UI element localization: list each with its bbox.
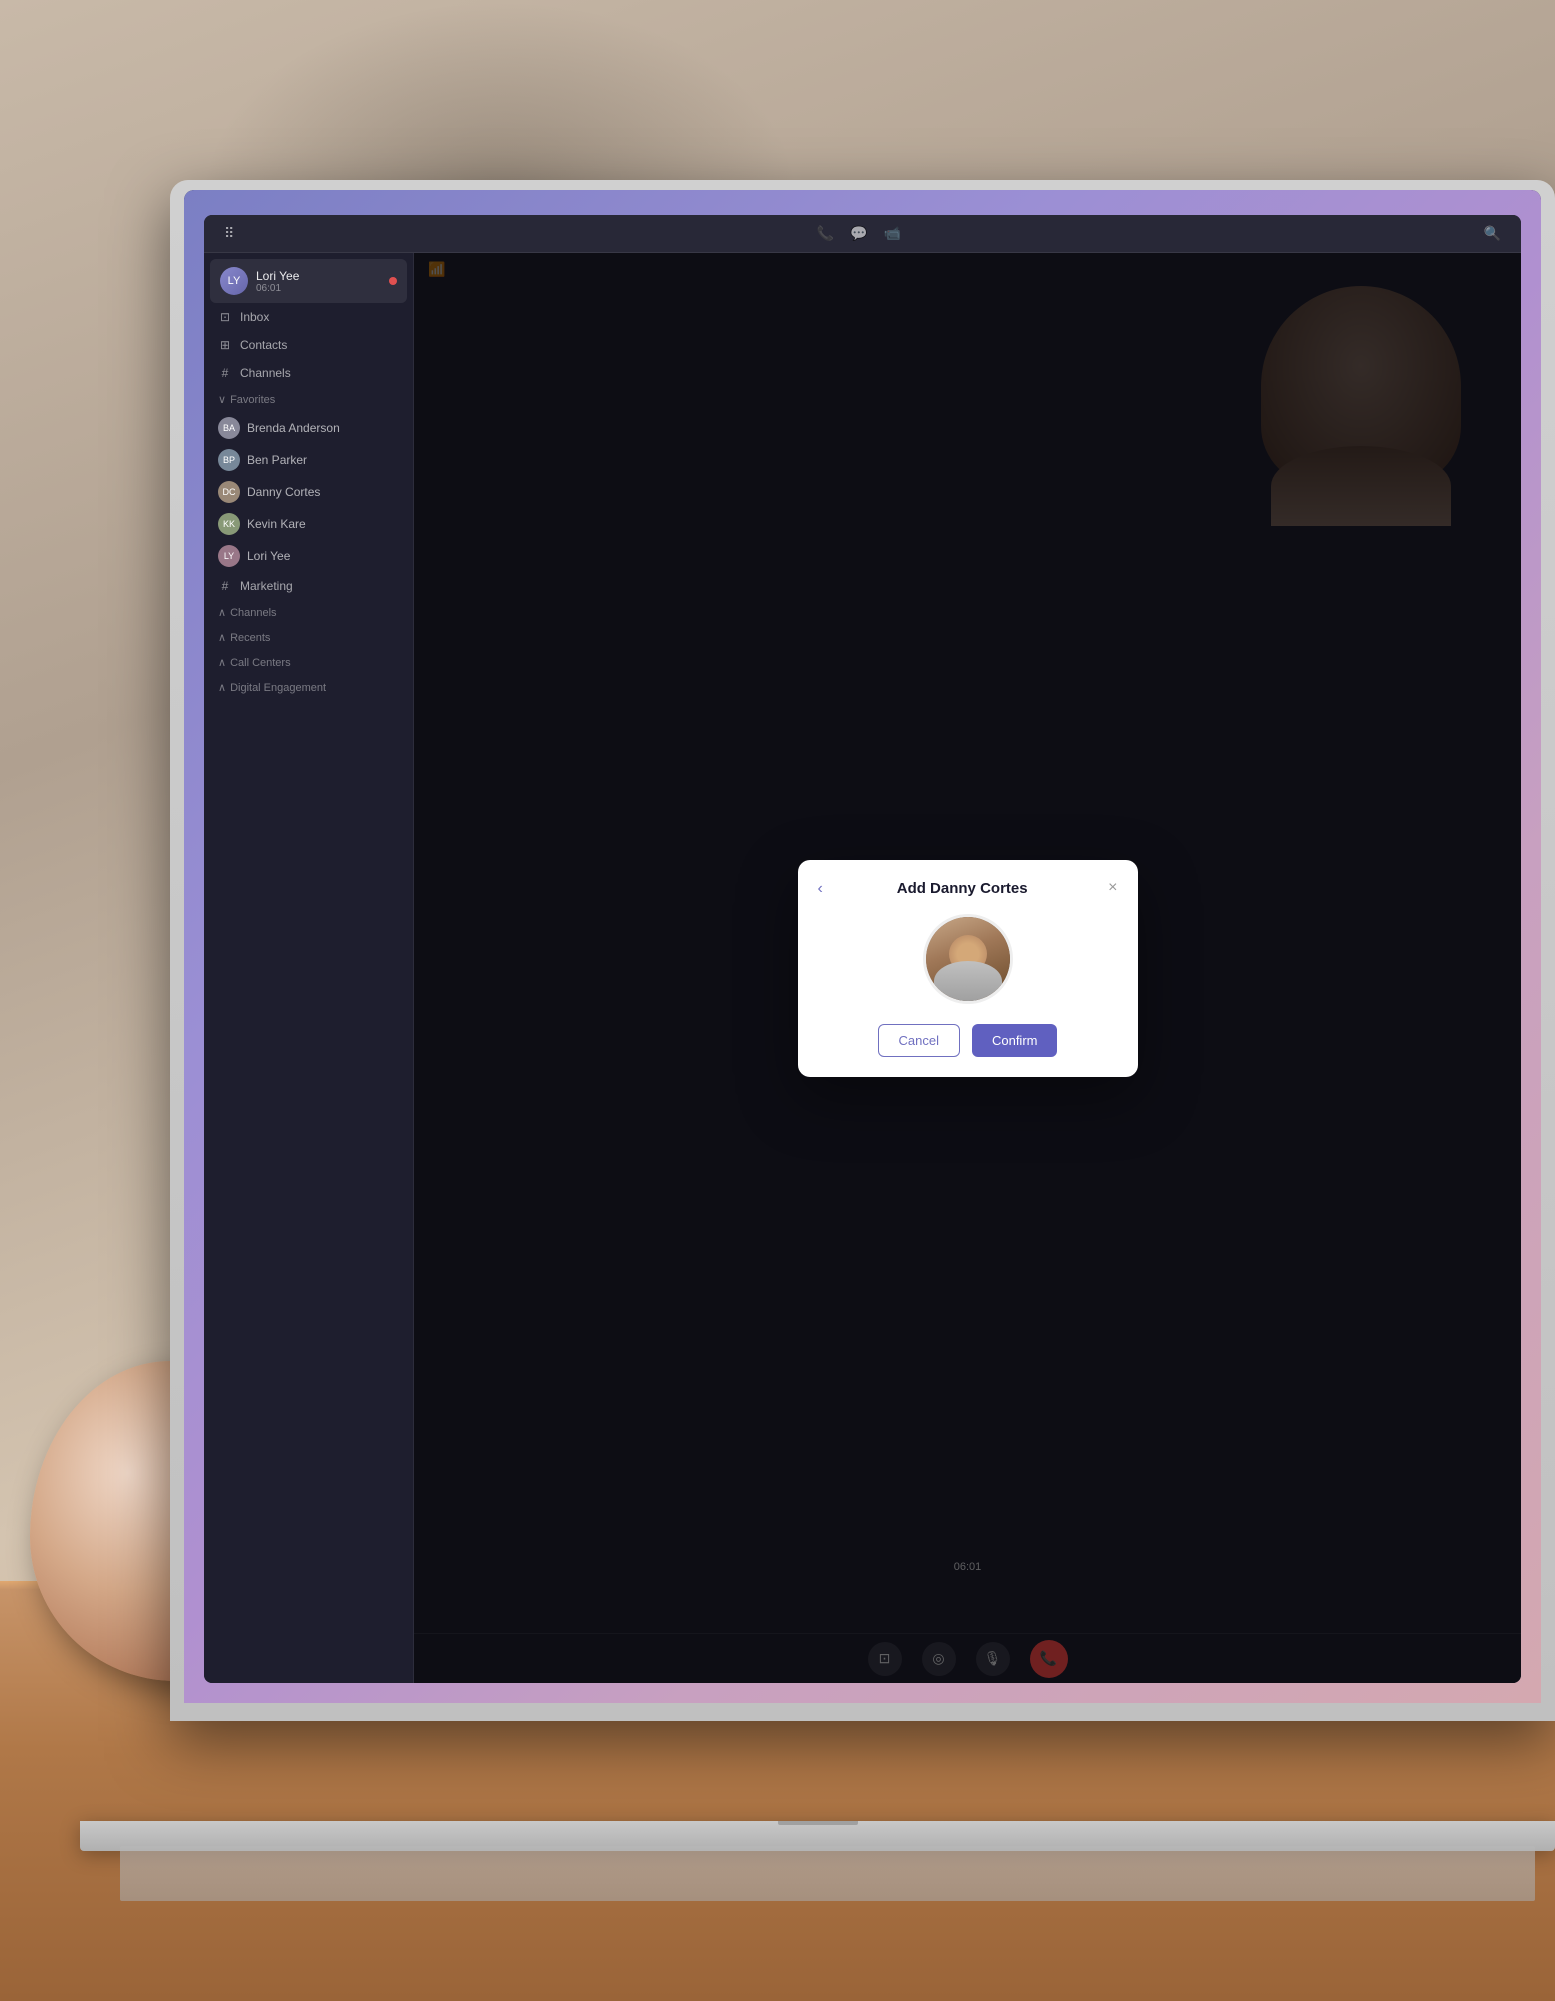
logo-icon[interactable]: ⠿ — [224, 225, 234, 242]
favorite-item-ben[interactable]: BP Ben Parker — [204, 444, 413, 476]
laptop-keyboard — [120, 1846, 1535, 1901]
favorite-item-kevin[interactable]: KK Kevin Kare — [204, 508, 413, 540]
sidebar-item-contacts[interactable]: ⊞ Contacts — [204, 331, 413, 359]
active-contact-avatar: LY — [220, 267, 248, 295]
danny-avatar: DC — [218, 481, 240, 503]
search-nav-icon[interactable]: 🔍 — [1484, 225, 1501, 242]
modal-actions: Cancel Confirm — [818, 1024, 1118, 1057]
sidebar-item-inbox[interactable]: ⊡ Inbox — [204, 303, 413, 331]
brenda-avatar: BA — [218, 417, 240, 439]
sidebar-item-marketing[interactable]: # Marketing — [204, 572, 413, 600]
screen-bezel: ⠿ 📞 💬 📹 🔍 LY — [184, 190, 1541, 1703]
active-call-indicator — [389, 277, 397, 285]
inbox-icon: ⊡ — [218, 310, 232, 324]
chevron-up-icon: ∧ — [218, 606, 226, 619]
confirm-button[interactable]: Confirm — [972, 1024, 1058, 1057]
digital-engagement-section-header[interactable]: ∧ Digital Engagement — [204, 675, 413, 700]
channels-section-header[interactable]: ∧ Channels — [204, 600, 413, 625]
recents-chevron-icon: ∧ — [218, 631, 226, 644]
sidebar-item-channels[interactable]: # Channels — [204, 359, 413, 387]
modal-back-button[interactable]: ‹ — [818, 880, 823, 898]
call-centers-chevron-icon: ∧ — [218, 656, 226, 669]
active-contact-name: Lori Yee — [256, 269, 389, 283]
call-area: 📶 06:01 ⊡ ◎ 🎙 📞 — [414, 253, 1521, 1683]
modal-header: ‹ Add Danny Cortes × — [818, 880, 1118, 898]
kevin-avatar: KK — [218, 513, 240, 535]
nav-icons-center: 📞 💬 📹 — [817, 225, 901, 242]
active-contact-info: Lori Yee 06:01 — [256, 269, 389, 294]
marketing-hash-icon: # — [218, 579, 232, 593]
lori-avatar: LY — [218, 545, 240, 567]
modal-contact-avatar — [923, 914, 1013, 1004]
add-contact-modal: ‹ Add Danny Cortes × — [798, 860, 1138, 1077]
modal-overlay: ‹ Add Danny Cortes × — [414, 253, 1521, 1683]
sidebar: LY Lori Yee 06:01 ⊡ Inbox ⊞ — [204, 253, 414, 1683]
favorite-item-brenda[interactable]: BA Brenda Anderson — [204, 412, 413, 444]
phone-nav-icon[interactable]: 📞 — [817, 225, 834, 242]
modal-avatar-area — [818, 914, 1118, 1004]
top-nav-bar: ⠿ 📞 💬 📹 🔍 — [204, 215, 1521, 253]
chevron-down-icon: ∨ — [218, 393, 226, 406]
recents-section-header[interactable]: ∧ Recents — [204, 625, 413, 650]
chat-nav-icon[interactable]: 💬 — [850, 225, 867, 242]
active-contact-item[interactable]: LY Lori Yee 06:01 — [210, 259, 407, 303]
video-nav-icon[interactable]: 📹 — [884, 225, 901, 242]
active-contact-time: 06:01 — [256, 283, 389, 294]
ben-avatar: BP — [218, 449, 240, 471]
call-centers-section-header[interactable]: ∧ Call Centers — [204, 650, 413, 675]
nav-icons-right: 🔍 — [1484, 225, 1501, 242]
cancel-button[interactable]: Cancel — [878, 1024, 960, 1057]
main-content-area: LY Lori Yee 06:01 ⊡ Inbox ⊞ — [204, 253, 1521, 1683]
laptop-body: ⠿ 📞 💬 📹 🔍 LY — [170, 180, 1555, 1721]
hash-icon: # — [218, 366, 232, 380]
digital-chevron-icon: ∧ — [218, 681, 226, 694]
contact-avatar-image — [926, 917, 1010, 1001]
favorites-section-header[interactable]: ∨ Favorites — [204, 387, 413, 412]
favorite-item-danny[interactable]: DC Danny Cortes — [204, 476, 413, 508]
modal-title: Add Danny Cortes — [831, 880, 1094, 897]
contacts-icon: ⊞ — [218, 338, 232, 352]
favorite-item-lori[interactable]: LY Lori Yee — [204, 540, 413, 572]
nav-icons-left: ⠿ — [224, 225, 234, 242]
app-window: ⠿ 📞 💬 📹 🔍 LY — [204, 215, 1521, 1683]
modal-close-button[interactable]: × — [1108, 880, 1117, 896]
